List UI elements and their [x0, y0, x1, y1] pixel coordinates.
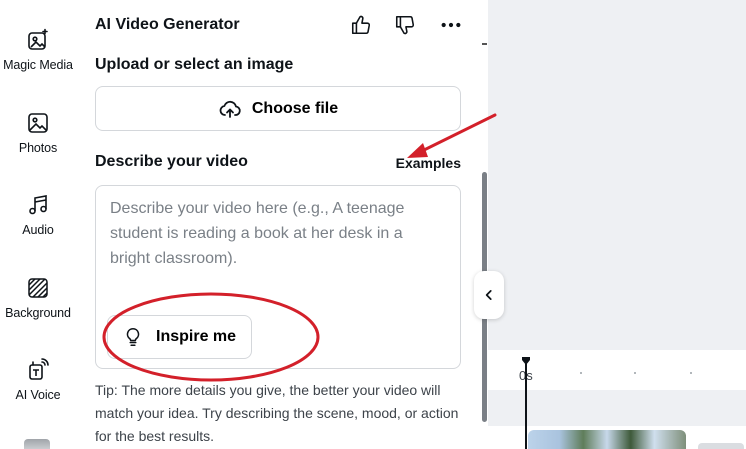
collapse-panel-button[interactable]	[474, 271, 504, 319]
thumbs-down-icon	[395, 15, 415, 35]
upload-section-label: Upload or select an image	[95, 56, 294, 73]
inspire-me-button[interactable]: Inspire me	[107, 315, 252, 359]
ai-video-generator-panel: AI Video Generator Upload or select an i…	[76, 0, 488, 449]
more-options-button[interactable]	[438, 12, 464, 38]
inspire-me-label: Inspire me	[156, 328, 237, 345]
ai-voice-icon	[29, 358, 49, 380]
magic-media-icon	[28, 28, 48, 50]
app-root: Magic Media Photos Audio Background AI V…	[0, 0, 746, 449]
playhead[interactable]	[525, 362, 527, 449]
sidebar-item-label: Magic Media	[3, 58, 73, 72]
panel-divider-tick	[482, 43, 487, 45]
timeline: 0s	[488, 350, 746, 449]
sidebar-item-ai-voice[interactable]: AI Voice	[0, 358, 76, 402]
sidebar-item-photos[interactable]: Photos	[0, 111, 76, 155]
cloud-upload-icon	[219, 100, 241, 118]
sidebar-rail: Magic Media Photos Audio Background AI V…	[0, 0, 76, 449]
timeline-tick	[690, 372, 692, 374]
sidebar-item-label: Photos	[18, 141, 58, 155]
photos-icon	[28, 113, 48, 133]
sidebar-item-label: AI Voice	[15, 388, 61, 402]
tip-text: Tip: The more details you give, the bett…	[95, 382, 459, 444]
video-clip-thumbnail[interactable]	[528, 430, 686, 449]
video-description-box: Inspire me	[95, 185, 461, 369]
panel-title: AI Video Generator	[95, 16, 240, 33]
describe-section-label: Describe your video	[95, 153, 248, 170]
playhead-handle-icon[interactable]	[521, 357, 531, 365]
background-pattern-icon	[28, 278, 48, 298]
lightbulb-icon	[126, 327, 140, 347]
sidebar-item-label: Background	[5, 306, 71, 320]
more-dots-icon	[441, 22, 461, 28]
thumbs-up-button[interactable]	[348, 12, 374, 38]
sidebar-item-label: Audio	[22, 223, 54, 237]
examples-link[interactable]: Examples	[396, 155, 461, 171]
chevron-left-icon	[485, 290, 492, 300]
choose-file-label: Choose file	[251, 99, 339, 117]
sidebar-item-background[interactable]: Background	[0, 276, 76, 320]
music-note-icon	[29, 195, 47, 215]
timeline-next-clip[interactable]	[698, 443, 744, 449]
sidebar-item-magic-media[interactable]: Magic Media	[0, 28, 76, 72]
sidebar-item-audio[interactable]: Audio	[0, 193, 76, 237]
sidebar-item-next-thumbnail[interactable]	[24, 439, 50, 449]
timeline-tick	[580, 372, 582, 374]
choose-file-button[interactable]: Choose file	[95, 86, 461, 131]
thumbs-down-button[interactable]	[392, 12, 418, 38]
video-description-input[interactable]	[110, 196, 440, 296]
timeline-tick	[634, 372, 636, 374]
thumbs-up-icon	[351, 15, 371, 35]
